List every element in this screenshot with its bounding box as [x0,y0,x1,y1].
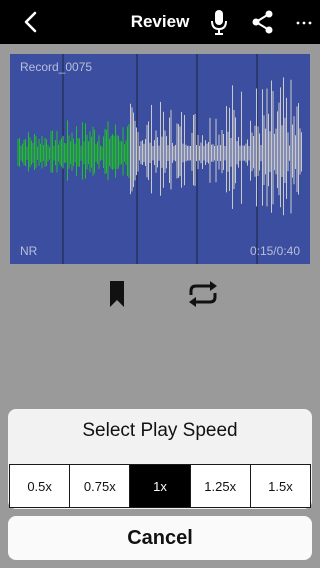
recording-name: Record_0075 [20,60,93,74]
bookmark-icon[interactable] [108,280,126,308]
speed-option-0.5x[interactable]: 0.5x [10,465,69,507]
speed-option-0.75x[interactable]: 0.75x [69,465,129,507]
speed-option-1x[interactable]: 1x [129,465,190,507]
repeat-icon[interactable] [186,280,220,308]
chevron-left-icon[interactable] [18,8,46,36]
speed-option-1.5x[interactable]: 1.5x [249,465,310,507]
share-icon[interactable] [250,8,276,36]
time-readout: 0:15/0:40 [249,244,300,258]
cancel-button[interactable]: Cancel [8,516,312,560]
nav-bar: Review [0,0,320,44]
waveform[interactable] [10,54,310,264]
ellipsis-icon[interactable] [295,18,313,28]
sheet-title: Select Play Speed [82,420,238,441]
waveform-panel[interactable]: Record_0075 NR 0:15/0:40 [10,54,310,264]
speed-option-1.25x[interactable]: 1.25x [189,465,250,507]
speed-segmented-control: 0.5x 0.75x 1x 1.25x 1.5x [9,464,311,508]
nr-label: NR [20,244,38,258]
play-speed-sheet: Select Play Speed 0.5x 0.75x 1x 1.25x 1.… [8,409,312,509]
microphone-icon[interactable] [208,8,230,36]
